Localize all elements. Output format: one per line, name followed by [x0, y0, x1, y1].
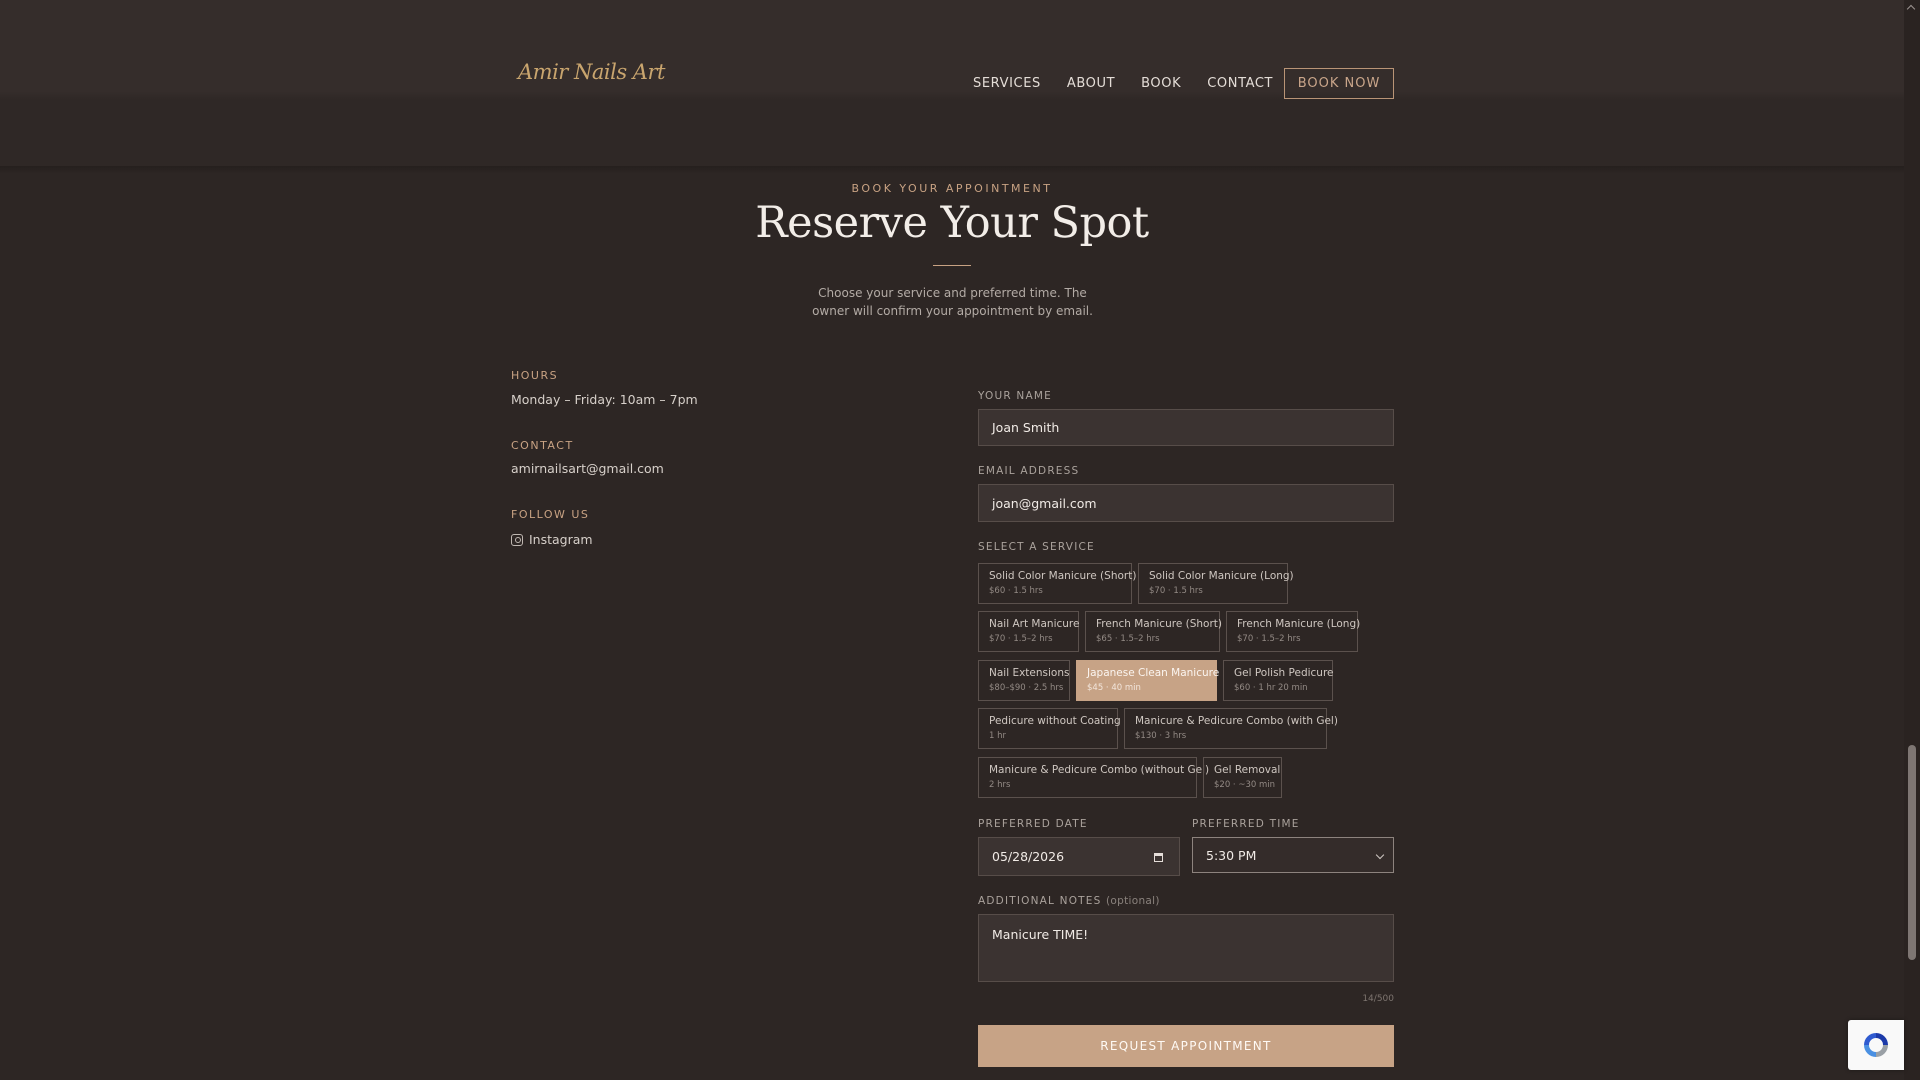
- name-label: YOUR NAME: [978, 390, 1052, 402]
- instagram-label: Instagram: [529, 532, 593, 547]
- optional-hint: (optional): [1106, 895, 1160, 907]
- recaptcha-icon: [1864, 1033, 1888, 1057]
- service-meta: 2 hrs: [989, 780, 1011, 790]
- contact-email[interactable]: amirnailsart@gmail.com: [511, 461, 664, 476]
- date-input[interactable]: 05/28/2026: [978, 837, 1180, 876]
- service-name: French Manicure (Short): [1096, 618, 1222, 630]
- request-appointment-button[interactable]: REQUEST APPOINTMENT: [978, 1025, 1394, 1067]
- calendar-icon[interactable]: [1154, 853, 1163, 862]
- book-now-button[interactable]: BOOK NOW: [1284, 68, 1394, 99]
- service-meta: $65 · 1.5–2 hrs: [1096, 634, 1160, 644]
- notes-textarea[interactable]: Manicure TIME!: [978, 914, 1394, 982]
- service-chip[interactable]: Solid Color Manicure (Short) $60 · 1.5 h…: [978, 563, 1137, 604]
- page-title: Reserve Your Spot: [755, 198, 1149, 248]
- nav-book[interactable]: BOOK: [1141, 76, 1181, 91]
- main-nav: SERVICES ABOUT BOOK CONTACT: [973, 76, 1273, 91]
- name-input[interactable]: Joan Smith: [978, 409, 1394, 446]
- time-select[interactable]: 5:30 PM: [1192, 837, 1394, 873]
- contact-label: CONTACT: [511, 439, 574, 452]
- service-label: SELECT A SERVICE: [978, 541, 1095, 553]
- time-value: 5:30 PM: [1206, 847, 1257, 863]
- service-name: Manicure & Pedicure Combo (without Gel): [989, 764, 1210, 776]
- follow-label: FOLLOW US: [511, 508, 590, 521]
- service-chip[interactable]: Pedicure without Coating 1 hr: [978, 708, 1121, 749]
- scroll-up-icon[interactable]: [1906, 4, 1916, 14]
- instagram-link[interactable]: Instagram: [511, 532, 593, 547]
- nav-about[interactable]: ABOUT: [1067, 76, 1115, 91]
- service-meta: $70 · 1.5–2 hrs: [1237, 634, 1301, 644]
- time-label: PREFERRED TIME: [1192, 818, 1300, 830]
- service-meta: $80–$90 · 2.5 hrs: [989, 683, 1064, 693]
- site-header: [0, 0, 1904, 166]
- service-meta: 1 hr: [989, 731, 1006, 741]
- service-meta: $60 · 1 hr 20 min: [1234, 683, 1308, 693]
- nav-contact[interactable]: CONTACT: [1207, 76, 1273, 91]
- title-divider: [933, 265, 971, 266]
- service-chip[interactable]: Manicure & Pedicure Combo (without Gel) …: [978, 757, 1210, 798]
- service-name: Solid Color Manicure (Long): [1149, 570, 1294, 582]
- service-chip[interactable]: Gel Polish Pedicure $60 · 1 hr 20 min: [1223, 660, 1334, 701]
- service-name: Nail Art Manicure: [989, 618, 1080, 630]
- hours-label: HOURS: [511, 369, 559, 382]
- nav-services[interactable]: SERVICES: [973, 76, 1041, 91]
- service-meta: $45 · 40 min: [1087, 683, 1141, 693]
- recaptcha-badge[interactable]: [1848, 1020, 1904, 1070]
- service-chip[interactable]: Solid Color Manicure (Long) $70 · 1.5 hr…: [1138, 563, 1294, 604]
- booking-page: Amir Nails Art SERVICES ABOUT BOOK CONTA…: [0, 0, 1920, 1080]
- character-counter: 14/500: [1362, 994, 1394, 1004]
- service-chip[interactable]: Manicure & Pedicure Combo (with Gel) $13…: [1124, 708, 1338, 749]
- service-chip[interactable]: French Manicure (Long) $70 · 1.5–2 hrs: [1226, 611, 1361, 652]
- service-chip[interactable]: French Manicure (Short) $65 · 1.5–2 hrs: [1085, 611, 1222, 652]
- service-name: Gel Polish Pedicure: [1234, 667, 1334, 679]
- brand-logo[interactable]: Amir Nails Art: [518, 60, 665, 84]
- service-name: Solid Color Manicure (Short): [989, 570, 1137, 582]
- service-meta: $70 · 1.5–2 hrs: [989, 634, 1053, 644]
- service-meta: $60 · 1.5 hrs: [989, 586, 1043, 596]
- instagram-icon: [511, 533, 523, 546]
- email-label: EMAIL ADDRESS: [978, 465, 1080, 477]
- hours-value: Monday – Friday: 10am – 7pm: [511, 392, 698, 407]
- service-chip[interactable]: Gel Removal $20 · ~30 min: [1203, 757, 1282, 798]
- notes-label: ADDITIONAL NOTES (optional): [978, 895, 1160, 907]
- service-meta: $20 · ~30 min: [1214, 780, 1275, 790]
- service-name: Manicure & Pedicure Combo (with Gel): [1135, 715, 1338, 727]
- service-name: Gel Removal: [1214, 764, 1281, 776]
- service-meta: $70 · 1.5 hrs: [1149, 586, 1203, 596]
- service-name: Japanese Clean Manicure: [1087, 667, 1220, 679]
- date-label: PREFERRED DATE: [978, 818, 1088, 830]
- chevron-down-icon: [1375, 850, 1385, 860]
- service-chip[interactable]: Nail Extensions $80–$90 · 2.5 hrs: [978, 660, 1070, 701]
- service-meta: $130 · 3 hrs: [1135, 731, 1187, 741]
- page-scrollbar[interactable]: [1904, 0, 1920, 1080]
- section-eyebrow: BOOK YOUR APPOINTMENT: [851, 182, 1053, 195]
- scrollbar-thumb[interactable]: [1908, 745, 1916, 960]
- date-value: 05/28/2026: [992, 849, 1065, 864]
- service-name: Nail Extensions: [989, 667, 1070, 679]
- email-input[interactable]: joan@gmail.com: [978, 484, 1394, 522]
- service-name: Pedicure without Coating: [989, 715, 1121, 727]
- service-name: French Manicure (Long): [1237, 618, 1361, 630]
- service-chip-selected[interactable]: Japanese Clean Manicure $45 · 40 min: [1076, 660, 1220, 701]
- service-chip[interactable]: Nail Art Manicure $70 · 1.5–2 hrs: [978, 611, 1079, 652]
- page-subtitle: Choose your service and preferred time. …: [812, 286, 1093, 318]
